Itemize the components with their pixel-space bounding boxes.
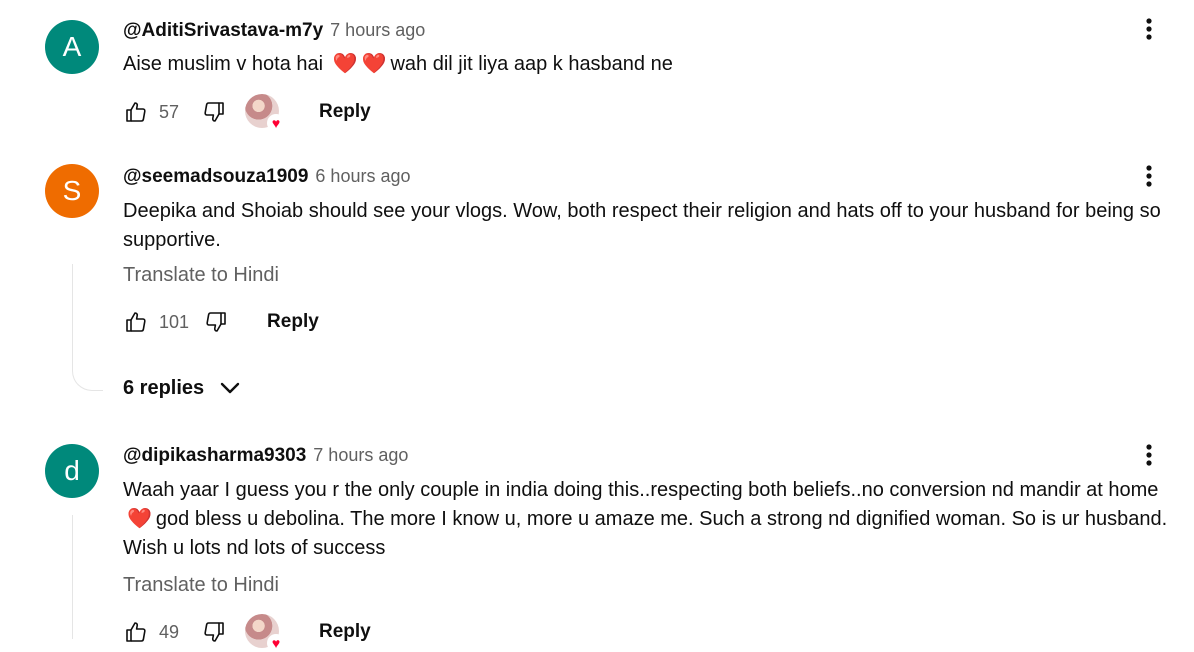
avatar-letter: d [64,455,80,486]
reply-button[interactable]: Reply [267,311,319,333]
chevron-down-icon [220,382,240,394]
more-vertical-icon[interactable] [1134,14,1164,44]
dislike-button[interactable] [203,309,229,335]
dislike-button[interactable] [201,99,227,125]
author-name[interactable]: @dipikasharma9303 [123,445,306,467]
thumbs-down-icon [204,622,224,642]
dislike-button[interactable] [201,619,227,645]
reply-button[interactable]: Reply [319,101,371,123]
comment-header: @AditiSrivastava-m7y 7 hours ago [123,20,425,44]
more-vertical-icon[interactable] [1134,440,1164,470]
heart-emoji-icon: ❤️ [361,53,387,75]
comment-header: @dipikasharma9303 7 hours ago [123,445,408,469]
comment-text-part: Aise muslim v hota hai [123,53,324,75]
author-name[interactable]: @seemadsouza1909 [123,166,308,188]
thumbs-up-icon [126,622,146,642]
like-count: 49 [159,621,180,642]
like-count: 101 [159,311,190,332]
translate-link[interactable]: Translate to Hindi [123,264,279,287]
author-name[interactable]: @AditiSrivastava-m7y [123,20,323,42]
timestamp[interactable]: 7 hours ago [330,20,425,41]
replies-toggle-button[interactable]: 6 replies [123,376,242,400]
comment-actions: 49 ♥ Reply [123,614,371,652]
heart-emoji-icon: ❤️ [127,508,152,530]
like-button[interactable] [123,619,149,645]
avatar-letter: S [62,175,82,206]
like-count: 57 [159,101,180,122]
comment-actions: 101 Reply [123,308,319,336]
avatar[interactable]: A [45,20,99,74]
comment-text: Deepika and Shoiab should see your vlogs… [123,200,1161,251]
thumbs-up-icon [126,102,146,122]
like-button[interactable] [123,309,149,335]
comment-header: @seemadsouza1909 6 hours ago [123,166,411,190]
like-button[interactable] [123,99,149,125]
thread-connector [72,264,103,391]
reply-button[interactable]: Reply [319,621,371,643]
heart-icon: ♥ [267,634,285,652]
creator-heart: ♥ [245,94,285,132]
more-vertical-icon[interactable] [1134,161,1164,191]
avatar-letter: A [62,31,82,62]
thread-connector [72,515,73,639]
avatar[interactable]: S [45,164,99,218]
comment-text-part: Waah yaar I guess you r the only couple … [123,479,1159,501]
creator-heart: ♥ [245,614,285,652]
comment-text-part: wah dil jit liya aap k hasband ne [390,53,673,75]
thumbs-up-icon [126,312,146,332]
timestamp[interactable]: 6 hours ago [315,166,410,187]
comment-text: Waah yaar I guess you r the only couple … [123,476,1185,563]
replies-count: 6 replies [123,376,205,399]
comment-text: Aise muslim v hota hai ❤️ ❤️ wah dil jit l… [123,50,1185,79]
thumbs-down-icon [206,312,226,332]
avatar[interactable]: d [45,444,99,498]
thumbs-down-icon [204,102,224,122]
comment-actions: 57 ♥ Reply [123,94,371,132]
heart-emoji-icon: ❤️ [332,53,358,75]
heart-icon: ♥ [267,114,285,132]
comment-text-part: god bless u debolina. The more I know u,… [123,508,1168,559]
timestamp[interactable]: 7 hours ago [313,445,408,466]
translate-link[interactable]: Translate to Hindi [123,574,279,597]
